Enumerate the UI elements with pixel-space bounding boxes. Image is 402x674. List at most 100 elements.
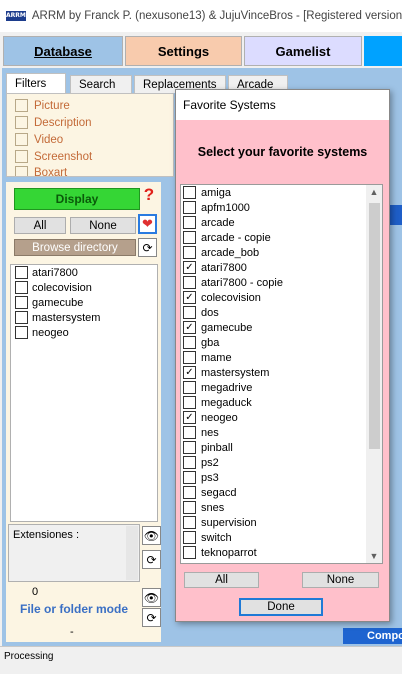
checkbox[interactable] [183,426,196,439]
list-item[interactable]: megadrive [181,380,382,395]
checkbox[interactable]: ✓ [183,411,196,424]
checkbox[interactable] [183,351,196,364]
filter-description[interactable]: Description [15,116,92,129]
list-scrollbar[interactable]: ▲ ▼ [366,185,382,563]
list-item[interactable]: switch [181,530,382,545]
list-item[interactable]: teknoparrot [181,545,382,560]
refresh-button[interactable]: ⟳ [138,238,157,257]
scrollbar-thumb[interactable] [369,203,380,449]
checkbox[interactable] [15,116,28,129]
list-item[interactable]: colecovision [11,280,157,295]
list-item[interactable]: ps2 [181,455,382,470]
checkbox[interactable] [183,201,196,214]
list-item[interactable]: ✓ mastersystem [181,365,382,380]
checkbox[interactable]: ✓ [183,261,196,274]
checkbox[interactable] [183,276,196,289]
list-item[interactable]: atari7800 [11,265,157,280]
list-item[interactable]: atari7800 - copie [181,275,382,290]
checkbox[interactable] [183,456,196,469]
list-item[interactable]: arcade - copie [181,230,382,245]
browse-directory-button[interactable]: Browse directory [14,239,136,256]
checkbox[interactable] [183,216,196,229]
checkbox[interactable] [183,186,196,199]
list-item[interactable]: ps3 [181,470,382,485]
list-item[interactable]: megaduck [181,395,382,410]
dialog-none-button[interactable]: None [302,572,379,588]
checkbox[interactable] [15,133,28,146]
list-item[interactable]: dos [181,305,382,320]
checkbox[interactable] [183,396,196,409]
list-item[interactable]: snes [181,500,382,515]
checkbox[interactable] [15,326,28,339]
tab-database[interactable]: Database [3,36,123,66]
select-none-button[interactable]: None [70,217,136,234]
tab-gamelist[interactable]: Gamelist [244,36,362,66]
extensions-scrollbar[interactable] [126,526,138,580]
tab-settings[interactable]: Settings [125,36,242,66]
list-item[interactable]: mastersystem [11,310,157,325]
checkbox[interactable] [183,306,196,319]
checkbox[interactable] [183,531,196,544]
compose-button[interactable]: Compo [343,628,402,644]
list-item[interactable]: segacd [181,485,382,500]
list-item[interactable]: ✓ colecovision [181,290,382,305]
count-value: 0 [32,586,39,598]
list-item[interactable]: ✓ atari7800 [181,260,382,275]
file-folder-mode-label[interactable]: File or folder mode [20,602,128,616]
refresh-extensions-button[interactable]: ⟳ [142,550,161,569]
checkbox[interactable] [183,441,196,454]
favorites-button[interactable]: ❤ [138,214,157,234]
extensions-box[interactable]: Extensiones : [8,524,140,582]
list-item[interactable]: nes [181,425,382,440]
checkbox[interactable]: ✓ [183,321,196,334]
checkbox[interactable] [183,336,196,349]
chevron-down-icon[interactable]: ▼ [366,549,382,563]
refresh-mode-button[interactable]: ⟳ [142,608,161,627]
checkbox[interactable] [183,501,196,514]
checkbox[interactable] [15,281,28,294]
checkbox[interactable]: ✓ [183,291,196,304]
display-button[interactable]: Display [14,188,140,210]
list-item[interactable]: gba [181,335,382,350]
filter-boxart[interactable]: Boxart [15,166,67,176]
chevron-up-icon[interactable]: ▲ [366,185,382,199]
tab-overflow[interactable] [364,36,402,66]
list-item[interactable]: arcade_bob [181,245,382,260]
list-item[interactable]: ✓ gamecube [181,320,382,335]
select-all-button[interactable]: All [14,217,66,234]
checkbox[interactable] [183,246,196,259]
view-extensions-button[interactable]: 👁 [142,526,161,545]
tab-search[interactable]: Search [70,75,132,93]
checkbox[interactable] [183,381,196,394]
filter-picture[interactable]: Picture [15,99,70,112]
list-item[interactable]: apfm1000 [181,200,382,215]
filter-video[interactable]: Video [15,133,63,146]
checkbox[interactable] [15,150,28,163]
list-item[interactable]: amiga [181,185,382,200]
checkbox[interactable] [183,231,196,244]
checkbox[interactable] [15,166,28,176]
list-item[interactable]: arcade [181,215,382,230]
partial-button[interactable] [388,205,402,225]
checkbox[interactable]: ✓ [183,366,196,379]
checkbox[interactable] [183,486,196,499]
checkbox[interactable] [15,311,28,324]
help-icon[interactable]: ? [142,185,156,209]
view-mode-button[interactable]: 👁 [142,588,161,607]
list-item[interactable]: supervision [181,515,382,530]
list-item[interactable]: mame [181,350,382,365]
checkbox[interactable] [15,296,28,309]
checkbox[interactable] [183,546,196,559]
dialog-all-button[interactable]: All [184,572,259,588]
list-item[interactable]: ✓ neogeo [181,410,382,425]
checkbox[interactable] [183,516,196,529]
list-item[interactable]: pinball [181,440,382,455]
list-item[interactable]: gamecube [11,295,157,310]
checkbox[interactable] [15,266,28,279]
checkbox[interactable] [15,99,28,112]
tab-filters[interactable]: Filters [6,73,66,94]
filter-screenshot[interactable]: Screenshot [15,150,92,163]
list-item[interactable]: neogeo [11,325,157,340]
checkbox[interactable] [183,471,196,484]
done-button[interactable]: Done [239,598,323,616]
